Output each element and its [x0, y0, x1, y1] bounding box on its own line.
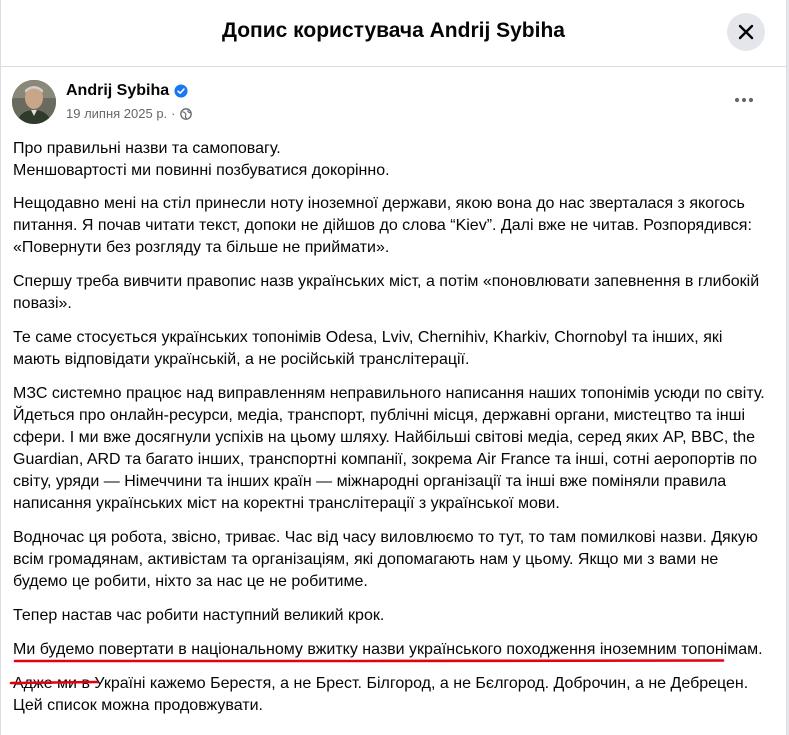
- post-date[interactable]: 19 липня 2025 р.: [66, 106, 167, 121]
- post-paragraph-5: МЗС системно працює над виправленням неп…: [13, 385, 765, 512]
- author-name[interactable]: Andrij Sybiha: [66, 82, 188, 100]
- post-paragraph-8-highlighted: Ми будемо повертати в національному вжит…: [9, 639, 765, 685]
- post-paragraph-4: Те саме стосується українських топонімів…: [13, 329, 723, 368]
- more-horizontal-icon: [734, 97, 754, 103]
- modal-title: Допис користувача Andrij Sybiha: [222, 19, 565, 42]
- verified-badge-icon: [174, 84, 188, 98]
- highlighted-text: Ми будемо повертати в національному вжит…: [13, 641, 763, 658]
- post-paragraph-1: Про правильні назви та самоповагу. Меншо…: [13, 138, 765, 182]
- globe-icon: [179, 107, 192, 120]
- avatar-image: [12, 80, 56, 124]
- post-body: Про правильні назви та самоповагу. Меншо…: [9, 138, 765, 729]
- post-paragraph-2: Нещодавно мені на стіл принесли ноту іно…: [13, 195, 752, 256]
- author-name-text[interactable]: Andrij Sybiha: [66, 82, 169, 100]
- post-line-subtitle: Меншовартості ми повинні позбуватися док…: [13, 162, 390, 179]
- close-icon: [738, 24, 754, 40]
- post-line-title: Про правильні назви та самоповагу.: [13, 140, 281, 157]
- post-paragraph-3: Спершу треба вивчити правопис назв украї…: [13, 273, 760, 312]
- close-button[interactable]: [727, 13, 765, 51]
- post-header: Andrij Sybiha 19 липня 2025 р. ·: [12, 80, 770, 128]
- post-modal: Допис користувача Andrij Sybiha Andrij S…: [0, 0, 787, 735]
- post-meta: 19 липня 2025 р. ·: [66, 106, 192, 121]
- avatar[interactable]: [12, 80, 56, 124]
- post-paragraph-9: Адже ми в Україні кажемо Берестя, а не Б…: [13, 675, 749, 714]
- post-paragraph-7: Тепер настав час робити наступний велики…: [13, 607, 385, 624]
- more-options-button[interactable]: [730, 88, 758, 112]
- modal-header: Допис користувача Andrij Sybiha: [1, 0, 786, 67]
- post-paragraph-6: Водночас ця робота, звісно, триває. Час …: [13, 529, 758, 590]
- meta-separator: ·: [171, 106, 176, 121]
